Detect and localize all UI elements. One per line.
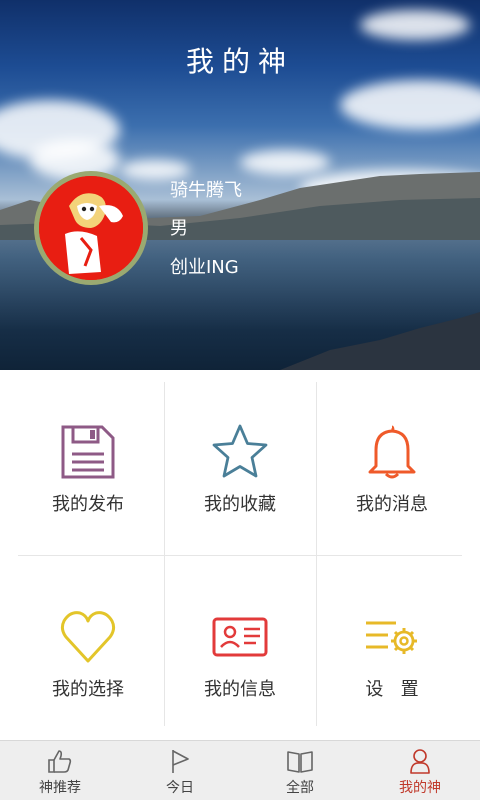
bell-icon <box>368 425 416 479</box>
menu-item-settings[interactable]: 设 置 <box>316 555 468 725</box>
menu-item-label: 我的发布 <box>52 494 124 515</box>
profile-name: 骑牛腾飞 <box>170 180 242 201</box>
menu-item-my-messages[interactable]: 我的消息 <box>316 370 468 540</box>
tab-all[interactable]: 全部 <box>240 741 360 800</box>
tab-label: 全部 <box>286 780 314 796</box>
tab-today[interactable]: 今日 <box>120 741 240 800</box>
page-title: 我的神 <box>185 45 294 78</box>
profile-header-background: 我的神 骑牛腾飞 男 创业ING <box>0 0 480 370</box>
settings-gear-icon <box>366 621 417 654</box>
menu-item-label: 我的收藏 <box>204 494 276 515</box>
tab-label: 我的神 <box>399 780 441 796</box>
app-root: 我的神 骑牛腾飞 男 创业ING 我的发布 我的收藏 我的消息 我的选择 我的信… <box>0 0 480 800</box>
menu-item-my-info[interactable]: 我的信息 <box>164 555 316 725</box>
id-card-icon <box>212 617 268 657</box>
menu-item-label: 我的信息 <box>204 679 276 700</box>
menu-item-my-posts[interactable]: 我的发布 <box>12 370 164 540</box>
menu-item-label: 我的消息 <box>356 494 428 515</box>
monkey-king-avatar-image <box>39 176 143 280</box>
menu-item-label: 我的选择 <box>52 679 124 700</box>
floppy-disk-icon <box>61 425 115 479</box>
menu-item-my-favorites[interactable]: 我的收藏 <box>164 370 316 540</box>
open-book-icon <box>287 751 313 773</box>
avatar[interactable] <box>34 171 148 285</box>
heart-icon <box>60 611 116 663</box>
flag-icon <box>172 750 189 773</box>
profile-gender: 男 <box>170 218 188 239</box>
menu-item-my-choices[interactable]: 我的选择 <box>12 555 164 725</box>
profile-status: 创业ING <box>170 257 239 278</box>
bottom-tab-bar: 神推荐 今日 全部 我的神 <box>0 740 480 800</box>
star-icon <box>212 424 268 478</box>
person-icon <box>410 749 430 774</box>
tab-label: 今日 <box>166 780 194 796</box>
menu-item-label: 设 置 <box>365 679 419 700</box>
tab-my-god[interactable]: 我的神 <box>360 741 480 800</box>
tab-label: 神推荐 <box>39 780 81 796</box>
menu-grid: 我的发布 我的收藏 我的消息 我的选择 我的信息 设 置 <box>0 370 480 740</box>
tab-recommend[interactable]: 神推荐 <box>0 741 120 800</box>
thumbs-up-icon <box>48 750 72 773</box>
